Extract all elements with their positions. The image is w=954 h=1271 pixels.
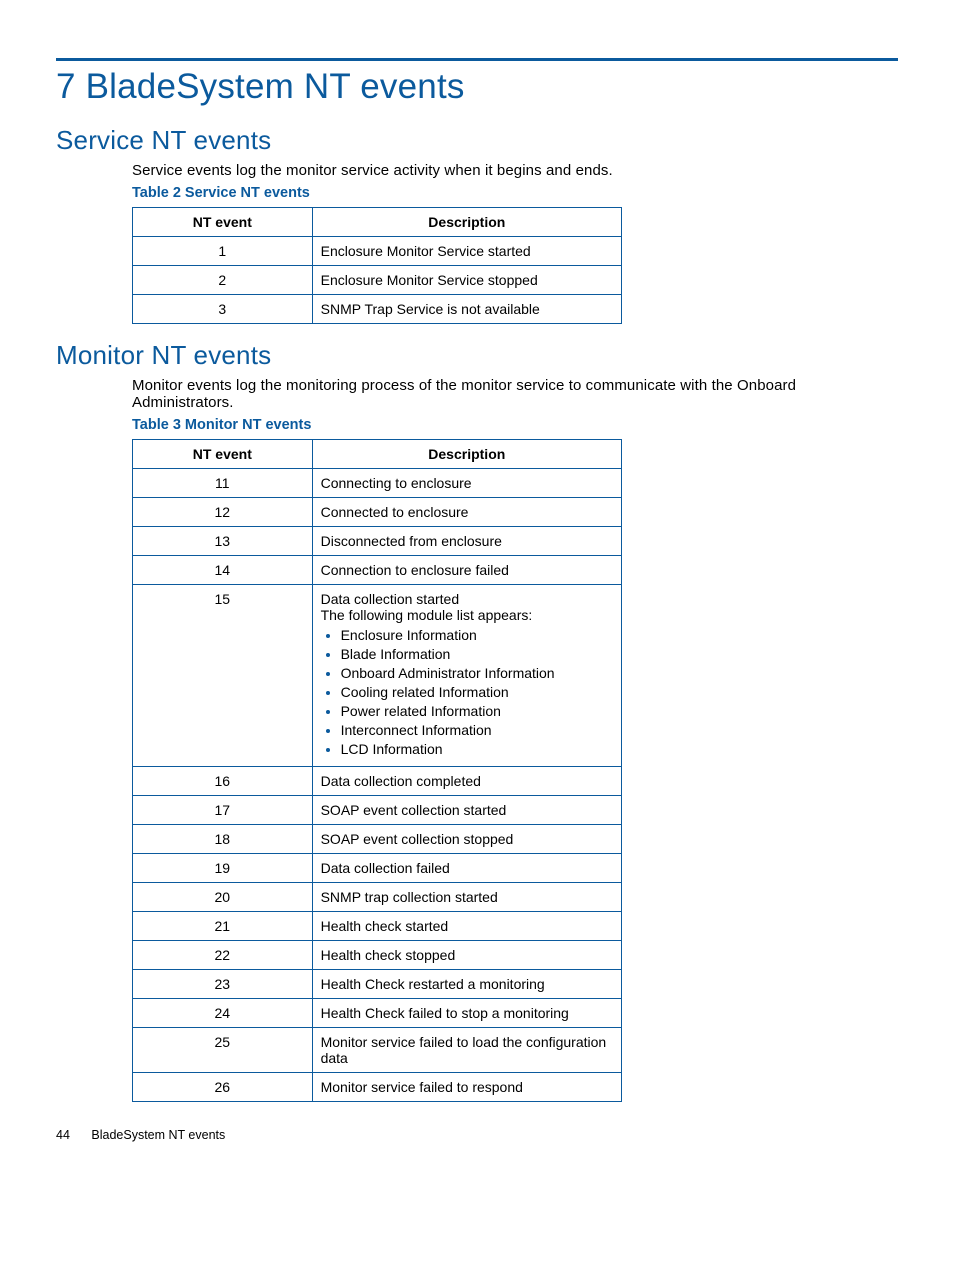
chapter-title: 7 BladeSystem NT events	[56, 67, 898, 107]
cell-description: Enclosure Monitor Service stopped	[312, 266, 621, 295]
table2-caption: Table 2 Service NT events	[132, 185, 898, 201]
table-header-row: NT event Description	[133, 440, 622, 469]
section-monitor-title: Monitor NT events	[56, 340, 898, 371]
cell-description: SNMP Trap Service is not available	[312, 295, 621, 324]
cell-description: Health check stopped	[312, 941, 621, 970]
cell-description: SOAP event collection stopped	[312, 825, 621, 854]
cell-nt-event: 18	[133, 825, 313, 854]
table-row: 25Monitor service failed to load the con…	[133, 1028, 622, 1073]
table-row: 26Monitor service failed to respond	[133, 1073, 622, 1102]
cell-nt-event: 3	[133, 295, 313, 324]
module-list: Enclosure Information Blade Information On…	[325, 627, 613, 757]
cell-nt-event: 16	[133, 767, 313, 796]
cell-description: Connection to enclosure failed	[312, 556, 621, 585]
section-service-title: Service NT events	[56, 125, 898, 156]
cell-description: Health Check restarted a monitoring	[312, 970, 621, 999]
cell-nt-event: 13	[133, 527, 313, 556]
table-row: 17SOAP event collection started	[133, 796, 622, 825]
cell-nt-event: 21	[133, 912, 313, 941]
table-row: 13Disconnected from enclosure	[133, 527, 622, 556]
col-description: Description	[312, 440, 621, 469]
list-item: Interconnect Information	[341, 722, 613, 738]
cell-description: Connecting to enclosure	[312, 469, 621, 498]
cell-nt-event: 26	[133, 1073, 313, 1102]
cell-nt-event: 20	[133, 883, 313, 912]
cell-desc-text: Data collection started The following mo…	[321, 591, 613, 623]
list-item: Cooling related Information	[341, 684, 613, 700]
page-footer: 44 BladeSystem NT events	[56, 1128, 898, 1142]
cell-nt-event: 11	[133, 469, 313, 498]
cell-description: Monitor service failed to respond	[312, 1073, 621, 1102]
section-service-intro: Service events log the monitor service a…	[132, 162, 898, 179]
table-row: 11Connecting to enclosure	[133, 469, 622, 498]
section-monitor-intro: Monitor events log the monitoring proces…	[132, 377, 898, 411]
cell-nt-event: 2	[133, 266, 313, 295]
cell-description: Disconnected from enclosure	[312, 527, 621, 556]
cell-nt-event: 17	[133, 796, 313, 825]
cell-description: SNMP trap collection started	[312, 883, 621, 912]
cell-nt-event: 14	[133, 556, 313, 585]
cell-description: SOAP event collection started	[312, 796, 621, 825]
table-row: 16Data collection completed	[133, 767, 622, 796]
cell-description: Connected to enclosure	[312, 498, 621, 527]
cell-description: Health Check failed to stop a monitoring	[312, 999, 621, 1028]
table-row: 22Health check stopped	[133, 941, 622, 970]
table-row: 1Enclosure Monitor Service started	[133, 237, 622, 266]
top-rule	[56, 58, 898, 61]
table-service-events: NT event Description 1Enclosure Monitor …	[132, 207, 622, 324]
col-nt-event: NT event	[133, 440, 313, 469]
table-row: 14Connection to enclosure failed	[133, 556, 622, 585]
table3-caption: Table 3 Monitor NT events	[132, 417, 898, 433]
cell-description: Health check started	[312, 912, 621, 941]
cell-description: Data collection failed	[312, 854, 621, 883]
table-row: 3SNMP Trap Service is not available	[133, 295, 622, 324]
table-row: 2Enclosure Monitor Service stopped	[133, 266, 622, 295]
table-row: 18SOAP event collection stopped	[133, 825, 622, 854]
col-nt-event: NT event	[133, 208, 313, 237]
cell-nt-event: 23	[133, 970, 313, 999]
cell-nt-event: 15	[133, 585, 313, 767]
cell-nt-event: 1	[133, 237, 313, 266]
table-row: 12Connected to enclosure	[133, 498, 622, 527]
page: 7 BladeSystem NT events Service NT event…	[0, 0, 954, 1182]
table-row: 21Health check started	[133, 912, 622, 941]
cell-nt-event: 24	[133, 999, 313, 1028]
col-description: Description	[312, 208, 621, 237]
table-row: 24Health Check failed to stop a monitori…	[133, 999, 622, 1028]
cell-nt-event: 19	[133, 854, 313, 883]
list-item: Onboard Administrator Information	[341, 665, 613, 681]
table-header-row: NT event Description	[133, 208, 622, 237]
list-item: Power related Information	[341, 703, 613, 719]
table-row: 23Health Check restarted a monitoring	[133, 970, 622, 999]
cell-description: Data collection started The following mo…	[312, 585, 621, 767]
list-item: LCD Information	[341, 741, 613, 757]
cell-nt-event: 25	[133, 1028, 313, 1073]
table-row: 20SNMP trap collection started	[133, 883, 622, 912]
page-number: 44	[56, 1128, 70, 1142]
footer-title: BladeSystem NT events	[91, 1128, 225, 1142]
list-item: Blade Information	[341, 646, 613, 662]
table-monitor-events: NT event Description 11Connecting to enc…	[132, 439, 622, 1102]
table-row: 19Data collection failed	[133, 854, 622, 883]
list-item: Enclosure Information	[341, 627, 613, 643]
cell-nt-event: 22	[133, 941, 313, 970]
cell-description: Data collection completed	[312, 767, 621, 796]
cell-description: Monitor service failed to load the confi…	[312, 1028, 621, 1073]
cell-nt-event: 12	[133, 498, 313, 527]
table-row: 15Data collection started The following …	[133, 585, 622, 767]
cell-description: Enclosure Monitor Service started	[312, 237, 621, 266]
